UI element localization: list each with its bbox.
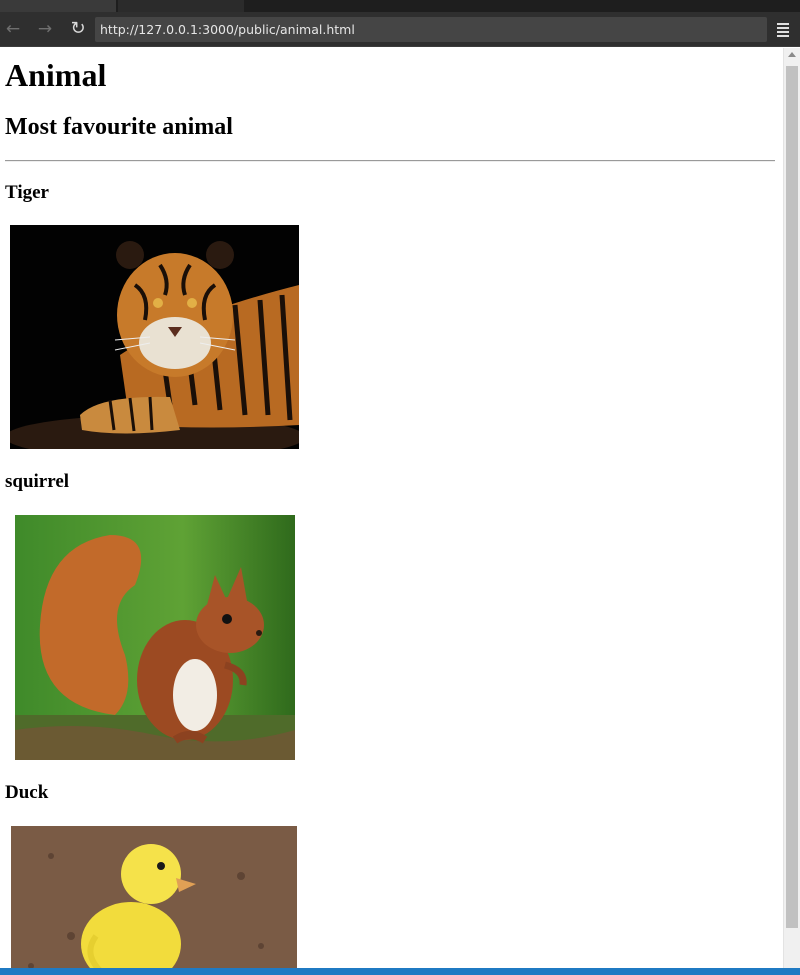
duck-image [11, 826, 297, 968]
vertical-scrollbar[interactable] [783, 48, 800, 968]
page-title: Animal [5, 57, 107, 93]
browser-tab-active[interactable] [118, 0, 244, 12]
divider [5, 160, 775, 162]
scroll-up-arrow-icon[interactable] [788, 52, 796, 57]
address-bar-url: http://127.0.0.1:3000/public/animal.html [100, 22, 355, 37]
reload-icon: ↻ [70, 18, 86, 39]
browser-toolbar: ← → ↻ http://127.0.0.1:3000/public/anima… [0, 12, 800, 47]
back-button[interactable]: ← [1, 17, 25, 41]
arrow-left-icon: ← [5, 19, 21, 39]
forward-button[interactable]: → [33, 17, 57, 41]
browser-tab[interactable] [0, 0, 116, 12]
scrollbar-thumb[interactable] [786, 66, 798, 928]
address-bar[interactable]: http://127.0.0.1:3000/public/animal.html [95, 17, 767, 42]
page-subtitle: Most favourite animal [5, 114, 233, 140]
animal-heading-tiger: Tiger [5, 182, 49, 203]
animal-heading-duck: Duck [5, 782, 49, 803]
tab-strip [0, 0, 800, 12]
arrow-right-icon: → [37, 19, 53, 39]
squirrel-image [15, 515, 295, 760]
animal-heading-squirrel: squirrel [5, 471, 70, 492]
tiger-image [10, 225, 299, 449]
reload-button[interactable]: ↻ [66, 17, 90, 41]
status-bar [0, 968, 800, 975]
menu-button[interactable] [774, 19, 794, 39]
page-viewport: Animal Most favourite animal Tiger squir… [0, 48, 783, 968]
